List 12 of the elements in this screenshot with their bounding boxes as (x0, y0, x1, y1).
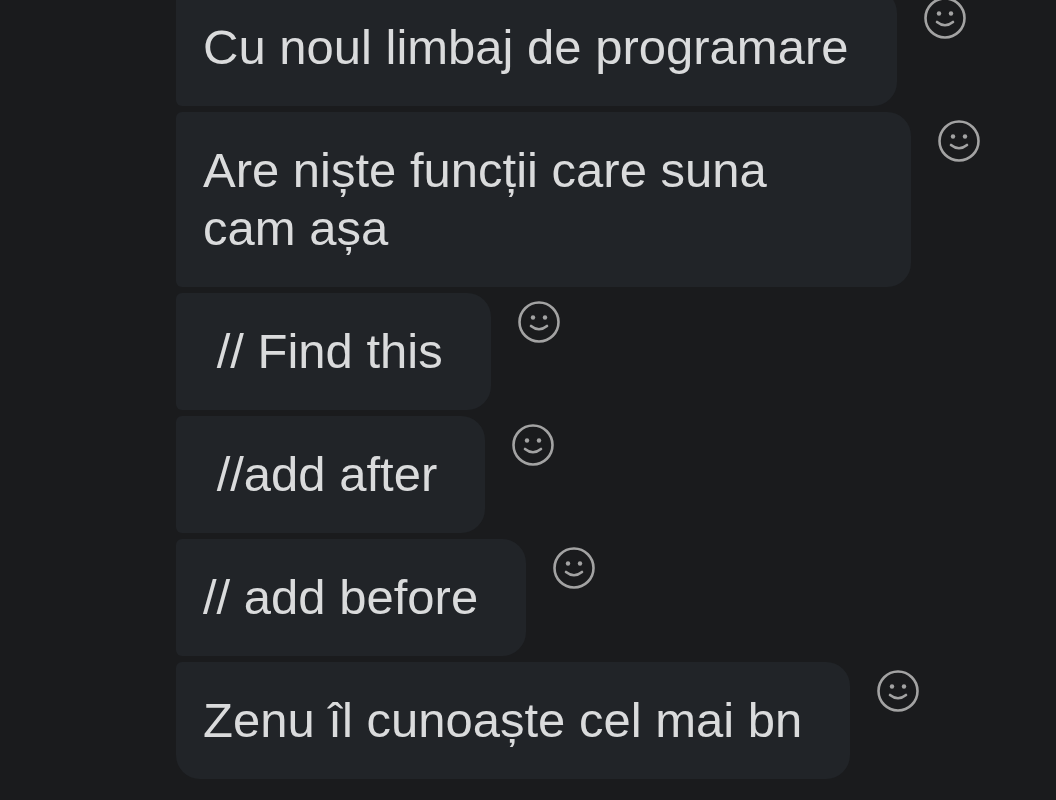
chat-message: Are niște funcții care suna cam așa (176, 112, 911, 287)
chat-message: Zenu îl cunoaște cel mai bn (176, 662, 851, 779)
smiley-icon[interactable] (877, 670, 920, 712)
smiley-icon[interactable] (517, 301, 560, 343)
chat-message: Cu noul limbaj de programare (176, 0, 897, 106)
smiley-icon[interactable] (938, 120, 980, 162)
smiley-icon[interactable] (512, 424, 555, 466)
chat-message: //add after (176, 416, 486, 533)
chat-message: // Find this (176, 293, 491, 410)
chat-message: // add before (176, 539, 527, 656)
smiley-icon[interactable] (553, 547, 596, 589)
smiley-icon[interactable] (923, 0, 966, 39)
